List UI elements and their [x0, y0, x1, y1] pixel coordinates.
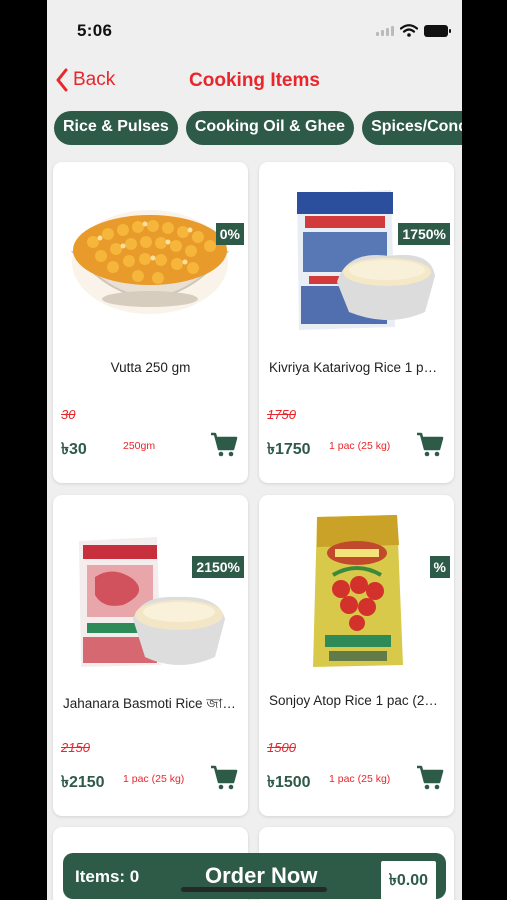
old-price: 1750 [267, 407, 296, 422]
discount-badge: 2150% [192, 556, 244, 578]
add-to-cart-icon[interactable] [416, 432, 444, 458]
tab-cooking-oil-ghee[interactable]: Cooking Oil & Ghee [185, 111, 355, 145]
home-indicator [181, 887, 327, 892]
product-name: Kivriya Katarivog Rice 1 pac (25 kg) [269, 360, 444, 375]
tab-spices-condiments[interactable]: Spices/Condiments [362, 111, 462, 145]
product-name: Sonjoy Atop Rice 1 pac (25 kg) [269, 693, 444, 708]
old-price: 2150 [61, 740, 90, 755]
add-to-cart-icon[interactable] [416, 765, 444, 791]
product-image-rice-bag [297, 190, 435, 330]
price: ৳2150 [61, 774, 105, 791]
product-image-corn [70, 210, 230, 314]
product-image-basmoti-bag [79, 537, 225, 667]
status-icons [376, 24, 451, 37]
price: ৳1750 [267, 441, 311, 458]
order-total: ৳0.00 [380, 861, 436, 900]
nav-bar: Back Cooking Items [47, 60, 462, 104]
discount-badge: 0% [215, 223, 244, 245]
old-price: 30 [61, 407, 76, 422]
signal-icon [376, 25, 394, 36]
discount-badge: 1750% [398, 223, 450, 245]
app-screen: 5:06 Back Cooking Items Rice & Pulses Co… [47, 0, 462, 900]
order-bar: Items: 0 Order Now ৳0.00 [63, 853, 446, 900]
add-to-cart-icon[interactable] [210, 765, 238, 791]
product-name: Vutta 250 gm [110, 360, 191, 375]
price: ৳1500 [267, 774, 311, 791]
product-card[interactable]: % Sonjoy Atop Rice 1 pac (25 kg) 1500 ৳1… [259, 495, 454, 816]
wifi-icon [400, 24, 418, 37]
product-image-atop-bag [313, 515, 403, 667]
unit-label: 1 pac (25 kg) [123, 773, 185, 785]
price: ৳30 [61, 441, 87, 458]
unit-label: 1 pac (25 kg) [329, 773, 391, 785]
product-card[interactable]: 0% Vutta 250 gm 30 ৳30 250gm [53, 162, 248, 483]
category-tabs: Rice & Pulses Cooking Oil & Ghee Spices/… [54, 111, 462, 145]
add-to-cart-icon[interactable] [210, 432, 238, 458]
tab-rice-pulses[interactable]: Rice & Pulses [54, 111, 178, 145]
product-name: Jahanara Basmoti Rice জাহানারা বাসমতি চা… [63, 696, 238, 711]
battery-icon [424, 24, 451, 37]
unit-label: 250gm [123, 440, 156, 452]
status-bar: 5:06 [47, 0, 462, 58]
unit-label: 1 pac (25 kg) [329, 440, 391, 452]
product-card[interactable]: 1750% Kivriya Katarivog Rice 1 pac (25 k… [259, 162, 454, 483]
items-count: Items: 0 [75, 867, 140, 886]
discount-badge: % [429, 556, 450, 578]
status-time: 5:06 [77, 21, 113, 40]
product-card[interactable]: 2150% Jahanara Basmoti Rice জাহানারা বাস… [53, 495, 248, 816]
order-now-button[interactable]: Order Now [205, 863, 317, 889]
old-price: 1500 [267, 740, 296, 755]
page-title: Cooking Items [189, 70, 320, 91]
